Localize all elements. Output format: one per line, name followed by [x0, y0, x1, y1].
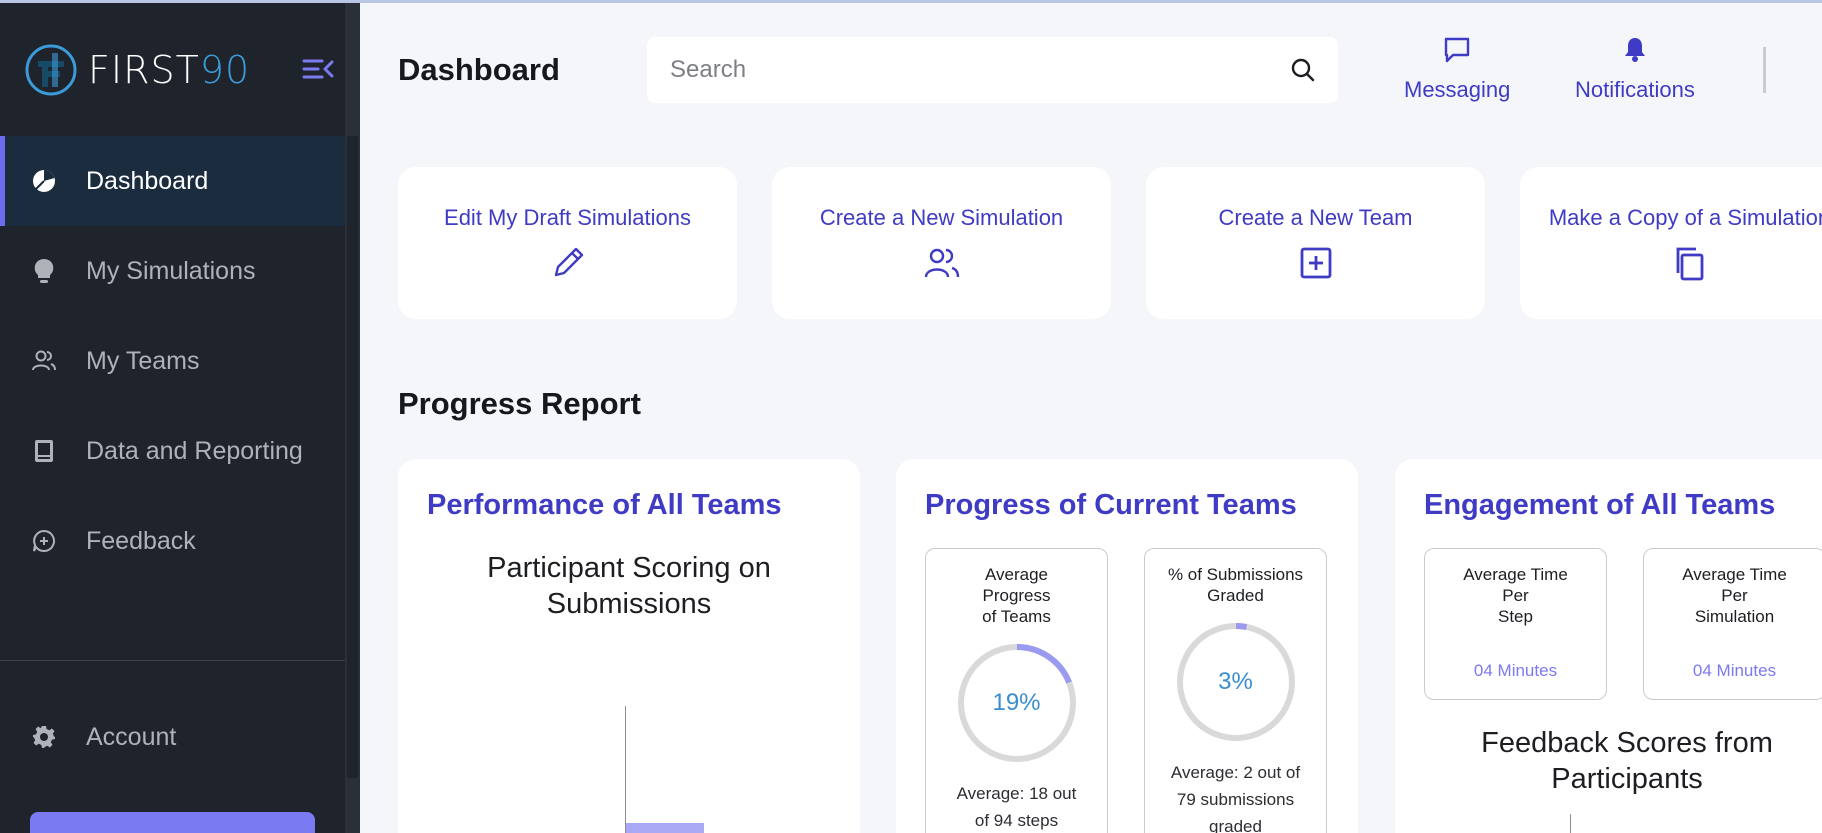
notifications-button[interactable]: Notifications — [1575, 36, 1695, 103]
average-progress-stat: Average Progress of Teams 19% Average: 1… — [925, 548, 1108, 833]
sidebar-item-my-teams[interactable]: My Teams — [0, 316, 345, 406]
gear-icon — [30, 723, 58, 751]
chart-title: Feedback Scores from Participants — [1481, 727, 1773, 795]
collapse-sidebar-icon[interactable] — [302, 56, 334, 82]
stat-title: Average Time Per Step — [1463, 565, 1568, 626]
create-new-team-card[interactable]: Create a New Team — [1146, 167, 1485, 319]
search-input[interactable] — [670, 56, 1250, 84]
feedback-icon — [30, 527, 58, 555]
quick-action-label: Edit My Draft Simulations — [444, 205, 691, 230]
sidebar-item-label: Dashboard — [86, 166, 209, 195]
card-title: Progress of Current Teams — [925, 489, 1297, 521]
stat-footnote: Average: 18 out of 94 steps — [956, 784, 1077, 830]
chat-bubble-icon — [1442, 36, 1472, 69]
messaging-label: Messaging — [1404, 77, 1511, 102]
card-title: Performance of All Teams — [427, 489, 782, 521]
users-icon — [30, 347, 58, 375]
chart-title: Participant Scoring on Submissions — [487, 552, 771, 620]
sidebar-item-label: My Teams — [86, 346, 200, 375]
sidebar-item-label: Feedback — [86, 526, 196, 555]
progress-card: Progress of Current Teams Average Progre… — [896, 459, 1358, 833]
lightbulb-icon — [30, 257, 58, 285]
messaging-button[interactable]: Messaging — [1404, 36, 1510, 103]
logo-mark-icon — [24, 43, 78, 97]
brand-name: FIRST90 — [88, 48, 251, 92]
stat-title: Average Time Per Simulation — [1682, 565, 1787, 626]
avg-time-per-simulation-stat: Average Time Per Simulation 04 Minutes — [1643, 548, 1822, 700]
sidebar-item-label: Account — [86, 722, 177, 751]
engagement-card: Engagement of All Teams Average Time Per… — [1395, 459, 1822, 833]
copy-icon — [1670, 243, 1710, 283]
notifications-label: Notifications — [1575, 77, 1695, 102]
submissions-graded-stat: % of Submissions Graded 3% Average: 2 ou… — [1144, 548, 1327, 833]
sidebar-item-account[interactable]: Account — [0, 692, 345, 782]
pencil-icon — [548, 243, 588, 283]
pie-chart-icon — [30, 167, 58, 195]
sidebar-action-button[interactable] — [30, 812, 315, 833]
search-bar — [647, 37, 1338, 103]
page-title: Dashboard — [398, 52, 560, 87]
header-separator — [1763, 47, 1766, 93]
sidebar: FIRST90 Dashboard My Simulations My Team… — [0, 0, 360, 833]
stat-value: 04 Minutes — [1692, 661, 1777, 680]
stat-footnote: Average: 2 out of 79 submissions graded — [1170, 763, 1301, 833]
sidebar-item-my-simulations[interactable]: My Simulations — [0, 226, 345, 316]
chart-y-axis — [625, 706, 626, 833]
brand-logo[interactable]: FIRST90 — [24, 42, 250, 98]
sidebar-divider — [0, 660, 345, 661]
sidebar-item-data-and-reporting[interactable]: Data and Reporting — [0, 406, 345, 496]
quick-action-label: Make a Copy of a Simulation — [1548, 205, 1822, 230]
progress-report-title: Progress Report — [398, 386, 641, 421]
plus-square-icon — [1296, 243, 1336, 283]
sidebar-item-dashboard[interactable]: Dashboard — [0, 136, 345, 226]
sidebar-nav: Dashboard My Simulations My Teams Data a… — [0, 136, 345, 586]
search-icon[interactable] — [1290, 57, 1316, 83]
users-icon — [922, 243, 962, 283]
bell-icon — [1621, 36, 1649, 69]
stat-title: Average Progress of Teams — [982, 565, 1051, 626]
sidebar-scrollbar-thumb[interactable] — [347, 136, 358, 778]
chart-bar — [626, 823, 704, 833]
quick-action-label: Create a New Team — [1218, 205, 1413, 230]
create-new-simulation-card[interactable]: Create a New Simulation — [772, 167, 1111, 319]
copy-simulation-card[interactable]: Make a Copy of a Simulation — [1520, 167, 1822, 319]
progress-percent: 19% — [992, 689, 1041, 716]
sidebar-item-label: Data and Reporting — [86, 436, 303, 465]
sidebar-item-label: My Simulations — [86, 256, 256, 285]
chart-y-axis — [1570, 814, 1571, 833]
performance-card: Performance of All Teams Participant Sco… — [398, 459, 860, 833]
window-top-border — [0, 0, 1822, 3]
stat-title: % of Submissions Graded — [1167, 565, 1304, 605]
quick-action-label: Create a New Simulation — [819, 205, 1064, 230]
graded-percent: 3% — [1218, 668, 1253, 695]
avg-time-per-step-stat: Average Time Per Step 04 Minutes — [1424, 548, 1607, 700]
book-icon — [30, 437, 58, 465]
card-title: Engagement of All Teams — [1424, 489, 1776, 521]
sidebar-item-feedback[interactable]: Feedback — [0, 496, 345, 586]
stat-value: 04 Minutes — [1473, 661, 1558, 680]
edit-draft-simulations-card[interactable]: Edit My Draft Simulations — [398, 167, 737, 319]
